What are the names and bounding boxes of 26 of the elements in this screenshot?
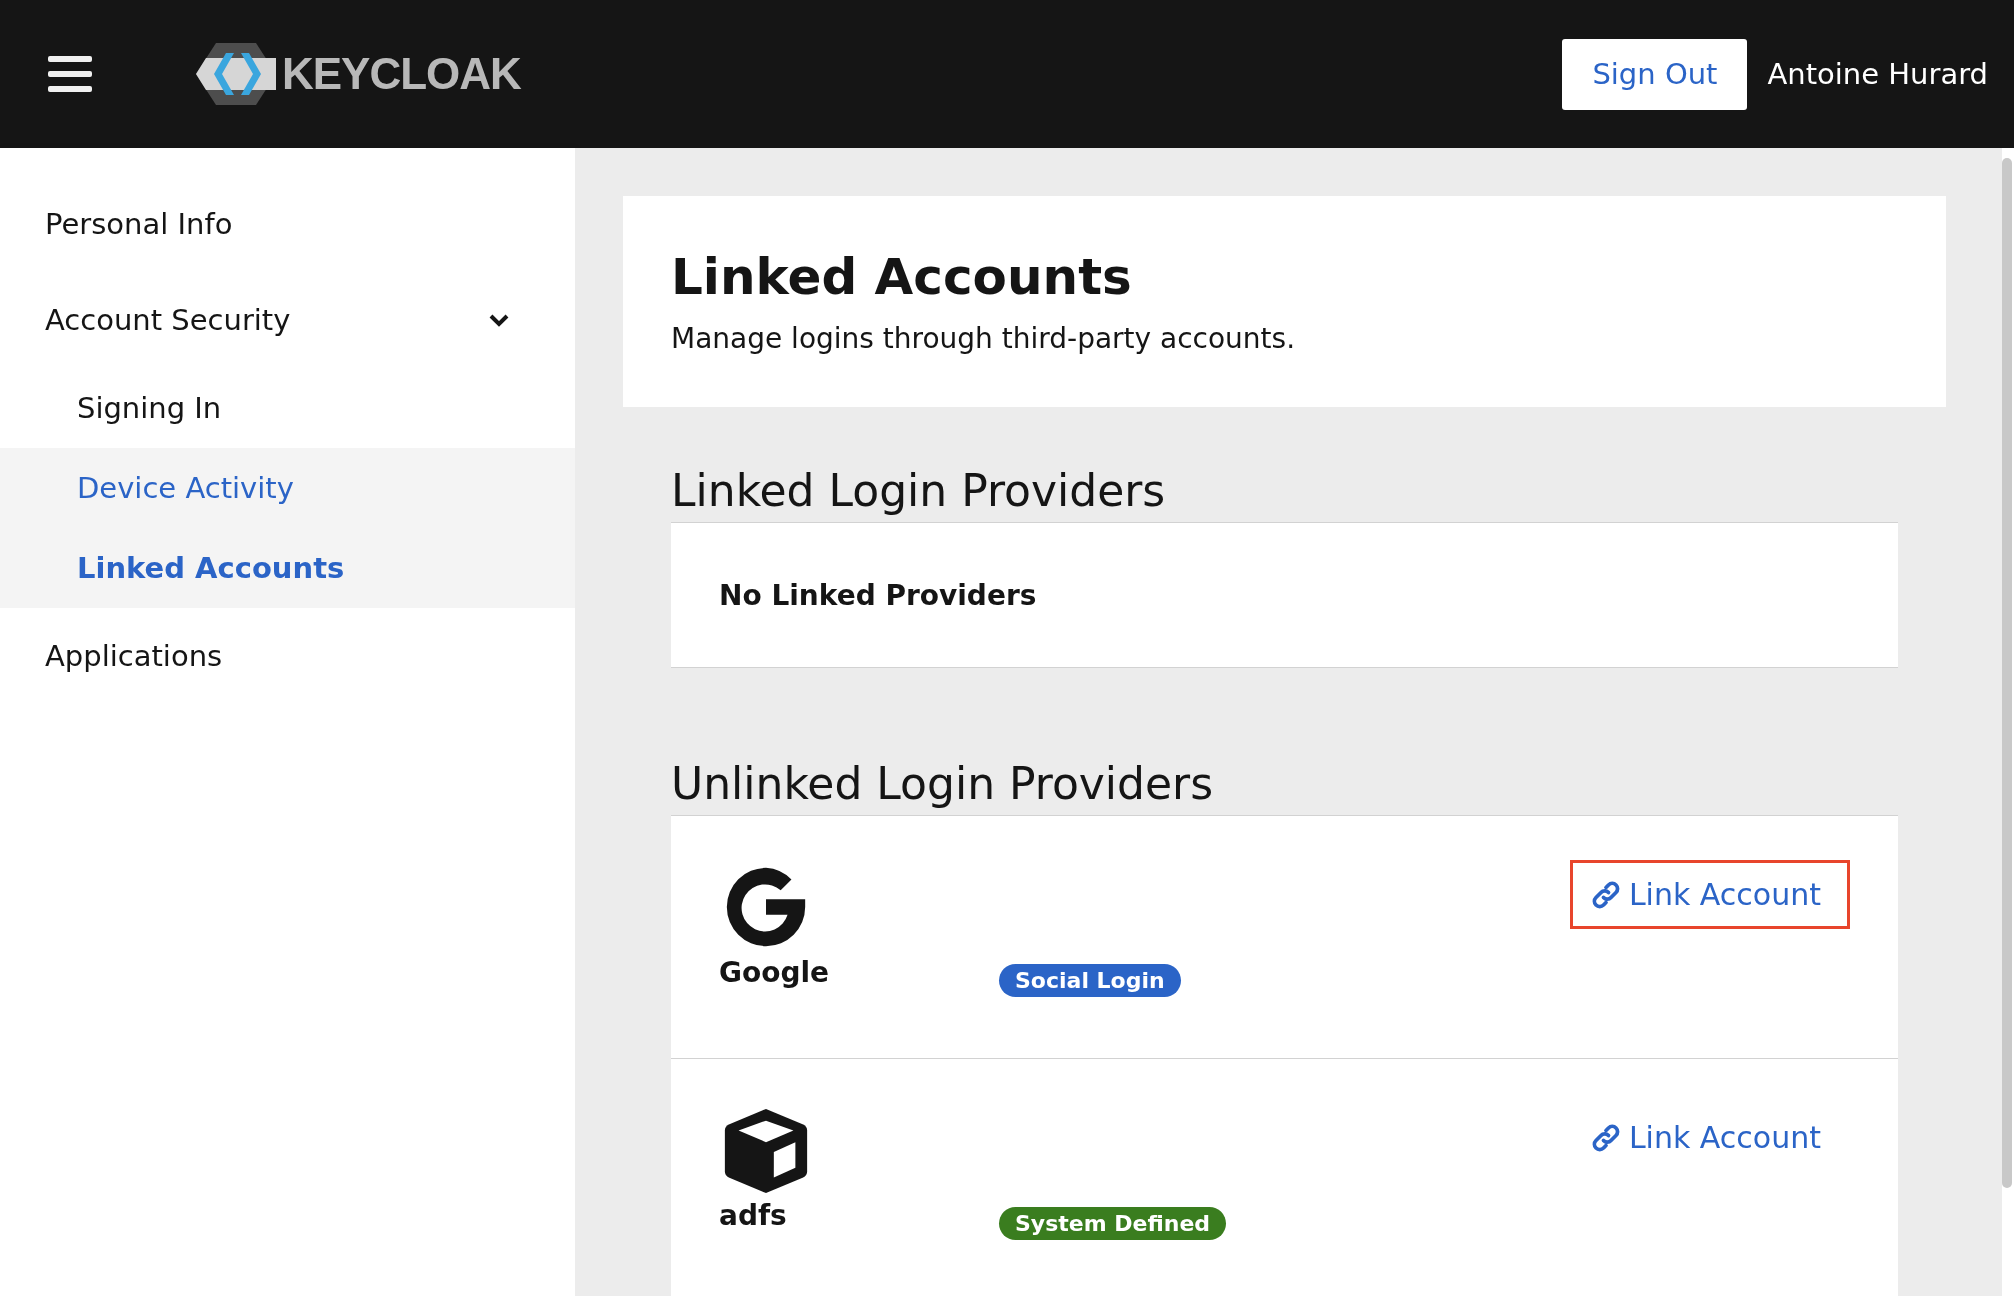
provider-type-badge: System Defined (999, 1207, 1227, 1240)
logo-icon (196, 43, 276, 105)
link-account-link[interactable]: Link Account (1569, 860, 1850, 929)
link-account-link[interactable]: Link Account (1569, 1103, 1850, 1172)
nav-item[interactable]: Linked Accounts (0, 528, 575, 608)
link-icon (1590, 1122, 1621, 1153)
page-subtitle: Manage logins through third-party accounts. (671, 322, 1297, 355)
nav-item[interactable]: Applications (0, 608, 575, 704)
nav-item[interactable]: Device Activity (0, 448, 575, 528)
nav-item[interactable]: Account Security (0, 272, 575, 368)
menu-icon[interactable] (48, 54, 92, 94)
empty-message: No Linked Providers (719, 578, 1037, 612)
provider-name: Google (719, 956, 830, 989)
nav-item[interactable]: Signing In (0, 368, 575, 448)
page-title: Linked Accounts (671, 248, 1133, 306)
chevron-icon (489, 313, 509, 327)
user-name[interactable]: Antoine Hurard (1767, 57, 1988, 91)
link-icon (1590, 879, 1621, 910)
sign-out-button[interactable]: Sign Out (1562, 38, 1748, 110)
section-heading: Unlinked Login Providers (671, 758, 1215, 809)
section-heading: Linked Login Providers (671, 465, 1167, 516)
provider-name: adfs (719, 1199, 787, 1232)
scrollbar[interactable] (2002, 158, 2012, 1188)
logo-text: KEYCLOAK (282, 49, 521, 99)
nav-item[interactable]: Personal Info (0, 176, 575, 272)
provider-type-badge: Social Login (999, 964, 1181, 997)
